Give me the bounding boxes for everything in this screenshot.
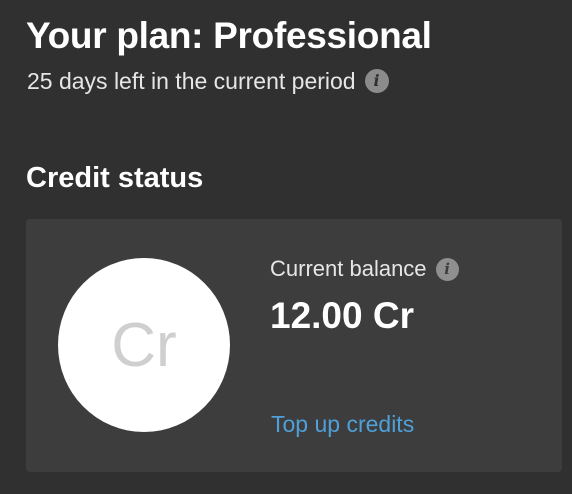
plan-title: Your plan: Professional <box>26 15 432 56</box>
credit-avatar-label: Cr <box>111 310 177 380</box>
balance-label: Current balance <box>270 256 427 281</box>
info-icon[interactable]: i <box>435 257 459 281</box>
info-icon[interactable]: i <box>364 69 389 93</box>
credit-status-title: Credit status <box>26 162 204 194</box>
credit-card: Cr Current balance i 12.00 Cr Top up cre… <box>26 219 562 472</box>
top-up-credits-link[interactable]: Top up credits <box>271 410 414 438</box>
period-row: 25 days left in the current period i <box>27 67 389 95</box>
credit-avatar: Cr <box>58 258 230 432</box>
balance-value: 12.00 Cr <box>270 295 414 336</box>
balance-row: Current balance i <box>270 256 459 282</box>
period-text: 25 days left in the current period <box>27 68 356 94</box>
